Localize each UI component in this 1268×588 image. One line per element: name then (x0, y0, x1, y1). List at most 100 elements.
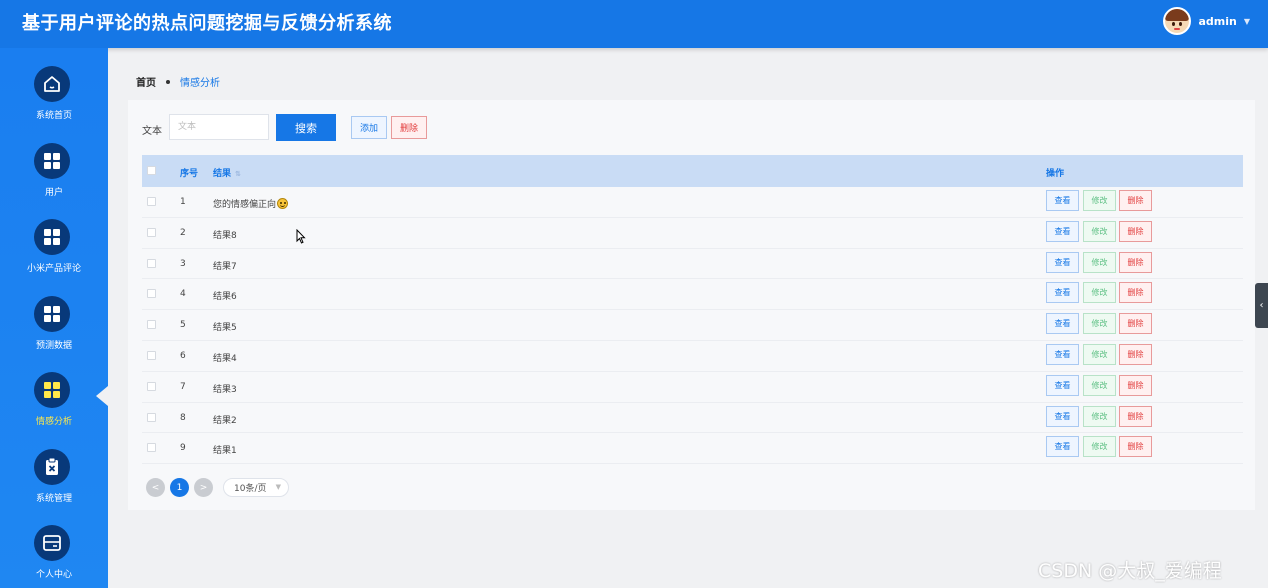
row-index: 5 (180, 320, 186, 331)
view-button[interactable]: 查看 (1046, 436, 1079, 458)
user-name[interactable]: admin (1198, 15, 1236, 28)
sidebar-item-product-reviews[interactable]: 小米产品评论 (0, 219, 108, 291)
view-button[interactable]: 查看 (1046, 405, 1079, 427)
edit-button[interactable]: 修改 (1083, 220, 1116, 242)
avatar-mouth (1174, 28, 1181, 30)
delete-button[interactable]: 删除 (1119, 343, 1152, 365)
row-checkbox[interactable] (147, 443, 156, 453)
delete-button[interactable]: 删除 (1119, 405, 1152, 427)
row-index: 3 (180, 258, 186, 269)
grid-icon (34, 143, 70, 179)
edit-button[interactable]: 修改 (1083, 436, 1116, 458)
row-result: 结果1 (213, 443, 237, 456)
chevron-down-icon: ▼ (275, 483, 281, 491)
sidebar-item-prediction[interactable]: 预测数据 (0, 296, 108, 368)
row-checkbox[interactable] (147, 412, 156, 422)
collapse-panel-handle[interactable]: ‹ (1255, 283, 1268, 328)
breadcrumb-home[interactable]: 首页 (136, 74, 156, 89)
smiley-icon (277, 198, 289, 209)
view-button[interactable]: 查看 (1046, 343, 1079, 365)
row-result-text: 结果2 (213, 415, 237, 426)
row-checkbox[interactable] (147, 258, 156, 268)
table-row: 9 结果1 查看 修改 删除 (142, 433, 1243, 465)
row-result: 结果3 (213, 382, 237, 395)
delete-button[interactable]: 删除 (1119, 251, 1152, 273)
grid-icon (34, 219, 70, 255)
row-checkbox[interactable] (147, 227, 156, 237)
delete-button[interactable]: 删除 (1119, 190, 1152, 211)
add-button[interactable]: 添加 (351, 116, 387, 139)
grid-icon (34, 296, 70, 332)
delete-button[interactable]: 删除 (1119, 220, 1152, 242)
view-button[interactable]: 查看 (1046, 220, 1079, 242)
sidebar-item-system[interactable]: 系统管理 (0, 449, 108, 521)
edit-button[interactable]: 修改 (1083, 343, 1116, 365)
edit-button[interactable]: 修改 (1083, 282, 1116, 304)
table-row: 6 结果4 查看 修改 删除 (142, 340, 1243, 372)
avatar[interactable] (1163, 7, 1192, 35)
breadcrumb-separator (166, 79, 170, 84)
table-header: 序号 结果 ⇅ 操作 (142, 155, 1243, 187)
sidebar-item-label: 预测数据 (35, 341, 72, 351)
prev-page-button[interactable]: < (146, 478, 165, 497)
row-result-text: 结果5 (213, 323, 237, 334)
select-all-checkbox[interactable] (147, 166, 156, 175)
pagination: < 1 > 10条/页 ▼ (146, 478, 289, 497)
top-header: 基于用户评论的热点问题挖掘与反馈分析系统 admin ▼ (0, 0, 1268, 48)
page-size-select[interactable]: 10条/页 ▼ (223, 478, 289, 497)
table-row: 4 结果6 查看 修改 删除 (142, 279, 1243, 311)
delete-button[interactable]: 删除 (1119, 282, 1152, 304)
chevron-down-icon[interactable]: ▼ (1244, 17, 1250, 26)
sidebar-item-users[interactable]: 用户 (0, 143, 108, 215)
row-result-text: 结果1 (213, 446, 237, 457)
active-indicator (96, 386, 108, 406)
view-button[interactable]: 查看 (1046, 374, 1079, 396)
user-menu[interactable]: admin ▼ (1163, 6, 1250, 36)
avatar-eye-left (1172, 22, 1176, 26)
sidebar-item-sentiment[interactable]: 情感分析 (0, 372, 108, 444)
sidebar-item-label: 情感分析 (35, 417, 72, 427)
view-button[interactable]: 查看 (1046, 251, 1079, 273)
row-index: 4 (180, 289, 186, 300)
table-body: 1 您的情感偏正向 查看 修改 删除 2 结果8 查看 修改 删除 3 结果7 查看 修改 删除 4 结果6 查看… (142, 187, 1243, 465)
row-checkbox[interactable] (147, 197, 156, 206)
sidebar-item-home[interactable]: 系统首页 (0, 66, 108, 138)
sidebar-item-label: 系统管理 (35, 494, 72, 504)
edit-button[interactable]: 修改 (1083, 190, 1116, 211)
edit-button[interactable]: 修改 (1083, 405, 1116, 427)
row-checkbox[interactable] (147, 289, 156, 299)
page-number-current[interactable]: 1 (170, 478, 189, 497)
delete-button[interactable]: 删除 (1119, 436, 1152, 458)
view-button[interactable]: 查看 (1046, 282, 1079, 304)
row-index: 9 (180, 443, 186, 454)
sidebar-item-profile[interactable]: 个人中心 (0, 525, 108, 588)
edit-button[interactable]: 修改 (1083, 374, 1116, 396)
search-button[interactable]: 搜索 (276, 114, 336, 141)
row-index: 7 (180, 381, 186, 392)
home-icon (34, 66, 70, 102)
delete-button[interactable]: 删除 (1119, 374, 1152, 396)
column-result-label: 结果 (213, 169, 232, 179)
search-label: 文本 (142, 126, 162, 137)
view-button[interactable]: 查看 (1046, 190, 1079, 211)
table-row: 3 结果7 查看 修改 删除 (142, 248, 1243, 280)
column-actions: 操作 (1046, 169, 1065, 179)
sort-icon[interactable]: ⇅ (235, 170, 241, 178)
edit-button[interactable]: 修改 (1083, 313, 1116, 335)
edit-button[interactable]: 修改 (1083, 251, 1116, 273)
search-input[interactable] (169, 114, 269, 140)
row-checkbox[interactable] (147, 320, 156, 330)
bulk-delete-button[interactable]: 删除 (391, 116, 427, 139)
sidebar-item-label: 用户 (44, 188, 63, 198)
row-checkbox[interactable] (147, 350, 156, 360)
breadcrumb: 首页 情感分析 (136, 74, 220, 89)
row-checkbox[interactable] (147, 381, 156, 391)
column-result[interactable]: 结果 ⇅ (213, 166, 241, 179)
next-page-button[interactable]: > (194, 478, 213, 497)
table-row: 1 您的情感偏正向 查看 修改 删除 (142, 187, 1243, 218)
delete-button[interactable]: 删除 (1119, 313, 1152, 335)
table-row: 8 结果2 查看 修改 删除 (142, 402, 1243, 434)
clipboard-icon (34, 449, 70, 485)
view-button[interactable]: 查看 (1046, 313, 1079, 335)
row-result-text: 结果4 (213, 353, 237, 364)
